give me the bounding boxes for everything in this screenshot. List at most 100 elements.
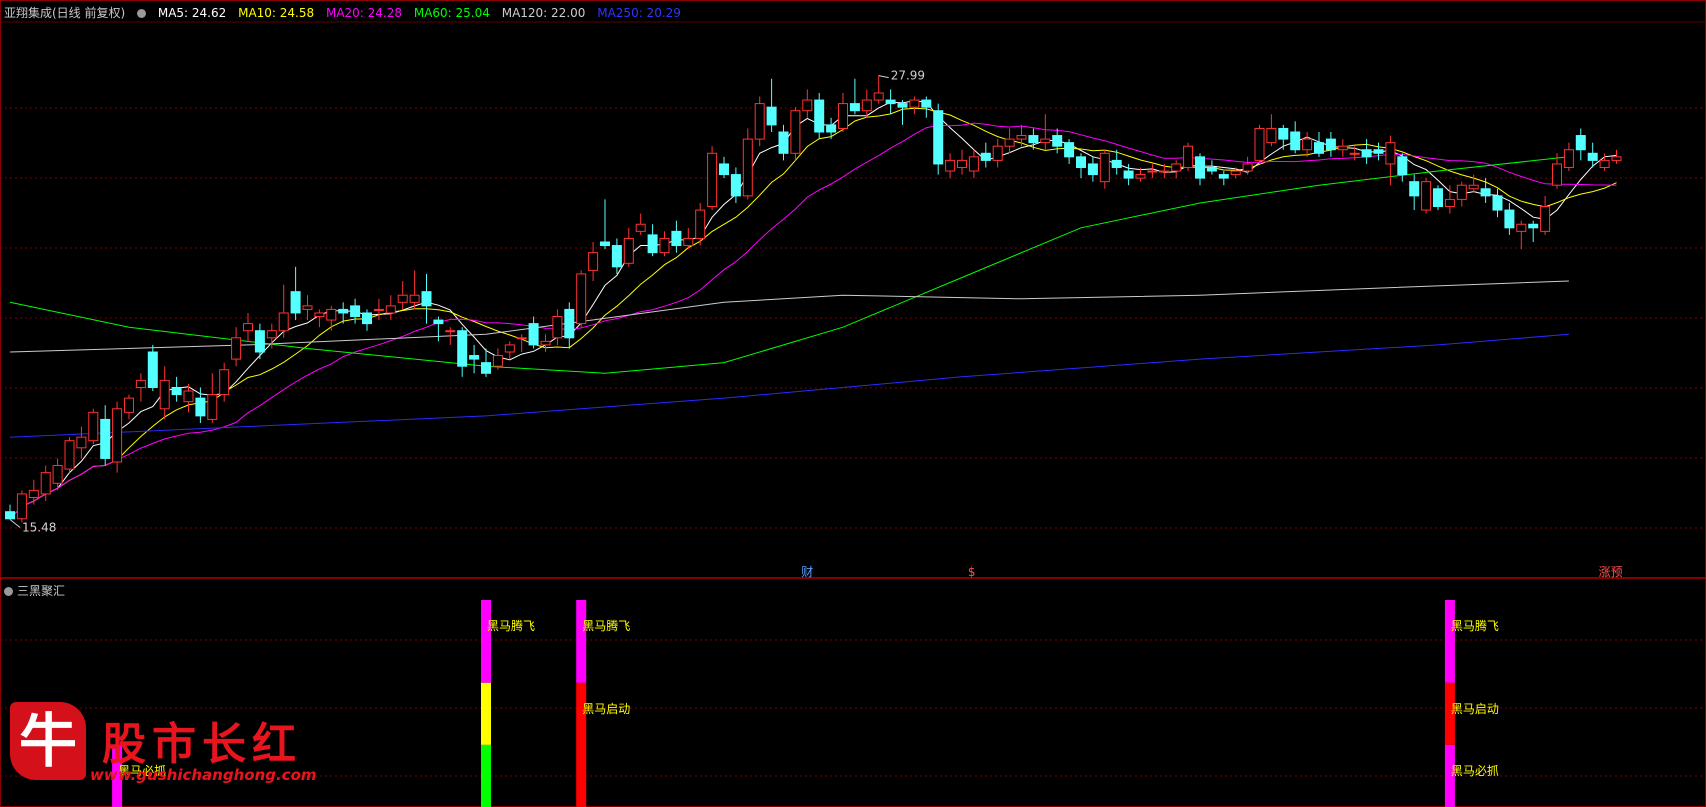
signal-bar — [481, 682, 491, 745]
candle-body — [195, 397, 206, 417]
high-label: 27.99 — [891, 69, 925, 83]
candle-body — [231, 337, 242, 360]
candle-body — [1385, 142, 1396, 165]
candle-body — [350, 305, 361, 318]
candle-body — [1575, 135, 1586, 151]
signal-label: 黑马腾飞 — [487, 618, 535, 633]
candle-body — [409, 294, 420, 303]
candle-body — [76, 436, 87, 449]
candle-body — [1266, 127, 1277, 144]
signal-label: 黑马必抓 — [1451, 764, 1499, 778]
candle-body — [1528, 223, 1539, 229]
candle-body — [1421, 181, 1432, 211]
candle-body — [742, 138, 753, 197]
candle-body — [1278, 127, 1289, 140]
candle-body — [1409, 181, 1420, 197]
signal-label: 黑马启动 — [1451, 702, 1499, 716]
candle-body — [802, 99, 813, 112]
candle-body — [719, 163, 729, 176]
candle-body — [838, 103, 848, 129]
candle-body — [207, 394, 218, 420]
candle-body — [1540, 206, 1551, 232]
candle-body — [492, 355, 503, 367]
candle-body — [112, 408, 123, 463]
candle-body — [635, 223, 646, 232]
candle-body — [826, 124, 837, 133]
candle-body — [1290, 131, 1301, 151]
candle-body — [1599, 159, 1610, 168]
bull-logo-icon: 牛 — [10, 702, 86, 780]
candle-body — [730, 174, 741, 197]
candle-body — [790, 110, 801, 154]
candle-body — [849, 103, 860, 112]
candle-body — [373, 308, 384, 311]
candle-body — [16, 493, 27, 520]
candle-body — [135, 379, 146, 388]
candle-body — [695, 209, 706, 239]
candle-body — [1171, 163, 1182, 172]
settings-dot-icon[interactable] — [137, 9, 147, 18]
candle-body — [254, 330, 265, 353]
candle-body — [528, 323, 539, 346]
candle-body — [647, 234, 658, 254]
watermark-logo: 牛 股市长红 www.gushichanghong.com — [4, 700, 317, 795]
signal-label: 黑马腾飞 — [582, 618, 630, 633]
indicator-title: 三黑聚汇 — [4, 582, 65, 599]
candle-body — [481, 362, 491, 374]
candle-body — [861, 99, 872, 112]
candle-body — [1492, 195, 1503, 211]
candle-body — [540, 340, 551, 346]
ma10-line — [9, 107, 1617, 520]
event-marker: 财 — [801, 565, 813, 579]
candle-body — [1456, 184, 1467, 200]
candle-body — [1444, 198, 1455, 208]
candle-body — [968, 156, 979, 172]
candle-body — [1587, 152, 1598, 161]
candle-body — [778, 131, 789, 154]
candle-body — [1040, 138, 1051, 144]
candle-body — [278, 312, 289, 332]
ma120-label: MA120: 22.00 — [501, 6, 586, 20]
candle-body — [1468, 184, 1479, 190]
indicator-dot-icon[interactable] — [4, 587, 13, 596]
ma250-label: MA250: 20.29 — [597, 6, 681, 20]
candle-body — [1552, 163, 1562, 186]
candle-body — [659, 237, 670, 254]
candle-body — [1218, 174, 1229, 179]
stock-title: 亚翔集成(日线 前复权) — [4, 6, 126, 20]
candle-body — [469, 355, 480, 360]
candle-body — [28, 489, 39, 498]
candle-body — [1230, 170, 1241, 176]
chart-canvas: 27.9915.48财 $ 涨预黑马必抓黑马腾飞 黑马腾飞黑马启动黑马腾飞黑马启动黑马… — [0, 0, 1706, 807]
candle-body — [1242, 163, 1253, 172]
candle-body — [314, 312, 325, 318]
candle-body — [1159, 170, 1170, 173]
candle-body — [1325, 138, 1336, 151]
candle-body — [611, 245, 622, 268]
low-pointer — [9, 519, 21, 528]
candle-body — [671, 230, 682, 247]
low-label: 15.48 — [22, 520, 56, 534]
candle-body — [588, 252, 599, 271]
candle-body — [564, 308, 575, 339]
candle-body — [754, 103, 765, 140]
candle-body — [552, 316, 563, 339]
candle-body — [124, 397, 134, 413]
candle-body — [1206, 166, 1217, 172]
candle-body — [1397, 156, 1408, 176]
candle-body — [52, 465, 63, 484]
candle-body — [576, 273, 587, 325]
candle-body — [1135, 174, 1146, 179]
candle-body — [159, 379, 170, 410]
candle-body — [921, 99, 932, 108]
candle-body — [445, 330, 456, 333]
candle-body — [397, 294, 408, 303]
candle-body — [766, 106, 777, 126]
candle-body — [421, 291, 432, 307]
candle-body — [1433, 188, 1443, 208]
ma10-label: MA10: 24.58 — [238, 6, 315, 20]
candle-body — [909, 99, 920, 108]
candle-body — [623, 237, 634, 264]
candle-body — [1373, 149, 1384, 154]
candle-body — [243, 323, 253, 332]
